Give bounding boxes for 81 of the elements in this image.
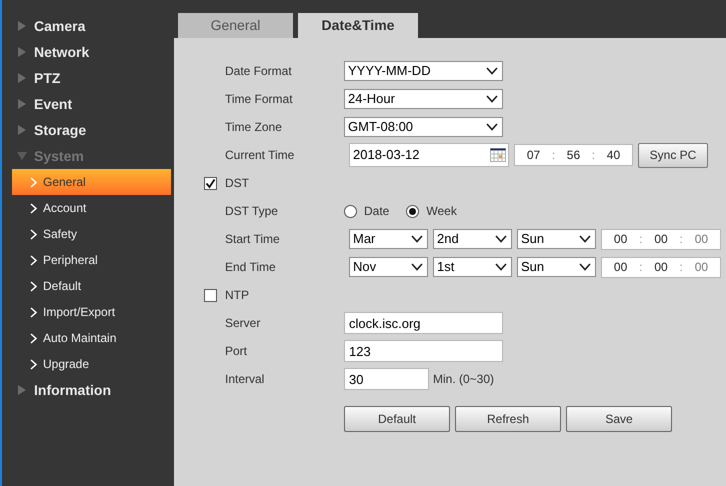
submenu-item[interactable]: Upgrade: [12, 351, 171, 377]
chevron-right-icon: [30, 254, 37, 266]
dropdown[interactable]: 2nd: [433, 229, 512, 249]
chevron-down-icon: [486, 95, 498, 103]
collapsed-triangle-icon: [17, 47, 27, 57]
submenu-item[interactable]: Account: [12, 195, 171, 221]
tab[interactable]: General: [178, 13, 293, 38]
action-button[interactable]: Refresh: [455, 406, 561, 432]
expanded-triangle-icon: [17, 151, 27, 161]
checkbox-label: NTP: [225, 287, 249, 304]
submenu-item[interactable]: Auto Maintain: [12, 325, 171, 351]
collapsed-triangle-icon: [17, 21, 27, 31]
dropdown[interactable]: GMT-08:00: [344, 117, 503, 137]
radio-button[interactable]: [344, 204, 357, 218]
dropdown[interactable]: Nov: [349, 257, 428, 277]
sync-button[interactable]: Sync PC: [638, 142, 708, 168]
chevron-down-icon: [411, 263, 423, 271]
dropdown[interactable]: 1st: [433, 257, 512, 277]
collapsed-triangle-icon: [17, 385, 27, 395]
dropdown[interactable]: Sun: [517, 229, 596, 249]
submenu-item[interactable]: Default: [12, 273, 171, 299]
chevron-right-icon: [30, 332, 37, 344]
action-button[interactable]: Save: [566, 406, 672, 432]
radio-label: Date: [364, 203, 390, 220]
collapsed-triangle-icon: [17, 73, 27, 83]
checkmark-icon: [205, 178, 216, 188]
menu-item[interactable]: Storage: [34, 120, 86, 140]
chevron-right-icon: [30, 306, 37, 318]
menu-item[interactable]: Network: [34, 42, 90, 62]
submenu-item[interactable]: General: [12, 169, 171, 195]
chevron-right-icon: [30, 176, 37, 188]
field-label: Start Time: [225, 231, 281, 248]
chevron-right-icon: [30, 202, 37, 214]
chevron-right-icon: [30, 228, 37, 240]
checkbox[interactable]: [204, 176, 217, 190]
submenu-item[interactable]: Safety: [12, 221, 171, 247]
chevron-down-icon: [411, 235, 423, 243]
submenu-item[interactable]: Peripheral: [12, 247, 171, 273]
chevron-down-icon: [495, 263, 507, 271]
menu-item[interactable]: Camera: [34, 16, 86, 36]
collapsed-triangle-icon: [17, 125, 27, 135]
submenu-item[interactable]: Import/Export: [12, 299, 171, 325]
radio-label: Week: [426, 203, 457, 220]
chevron-right-icon: [30, 280, 37, 292]
time-field[interactable]: 00 : 00 : 00: [601, 256, 721, 278]
dropdown[interactable]: Sun: [517, 257, 596, 277]
action-button[interactable]: Default: [344, 406, 450, 432]
dropdown[interactable]: Mar: [349, 229, 428, 249]
interval-field[interactable]: 30: [344, 368, 429, 390]
field-label: Time Zone: [225, 119, 283, 136]
field-label: Current Time: [225, 147, 296, 164]
chevron-down-icon: [579, 263, 591, 271]
dropdown[interactable]: YYYY-MM-DD: [344, 61, 503, 81]
checkbox[interactable]: [204, 288, 217, 302]
calendar-icon: [490, 148, 506, 162]
chevron-down-icon: [486, 67, 498, 75]
dropdown[interactable]: 24-Hour: [344, 89, 503, 109]
text-field[interactable]: 123: [344, 340, 503, 362]
field-label: Server: [225, 315, 262, 332]
radio-button[interactable]: [406, 204, 420, 218]
time-field[interactable]: 00 : 00 : 00: [601, 228, 721, 250]
field-label: Time Format: [225, 91, 294, 108]
tab[interactable]: Date&Time: [298, 13, 418, 38]
menu-item[interactable]: Event: [34, 94, 72, 114]
checkbox-label: DST: [225, 175, 249, 192]
time-field[interactable]: 07 : 56 : 40: [514, 144, 633, 166]
menu-item[interactable]: Information: [34, 380, 111, 400]
menu-item[interactable]: PTZ: [34, 68, 60, 88]
chevron-down-icon: [486, 123, 498, 131]
collapsed-triangle-icon: [17, 99, 27, 109]
chevron-down-icon: [495, 235, 507, 243]
chevron-down-icon: [579, 235, 591, 243]
text-field[interactable]: clock.isc.org: [344, 312, 503, 334]
field-label: Date Format: [225, 63, 293, 80]
field-label: Port: [225, 343, 248, 360]
field-label: End Time: [225, 259, 277, 276]
field-label: Interval: [225, 371, 266, 388]
unit-label: Min. (0~30): [433, 371, 494, 388]
field-label: DST Type: [225, 203, 279, 220]
date-field[interactable]: 2018-03-12: [349, 143, 509, 167]
chevron-right-icon: [30, 358, 37, 370]
